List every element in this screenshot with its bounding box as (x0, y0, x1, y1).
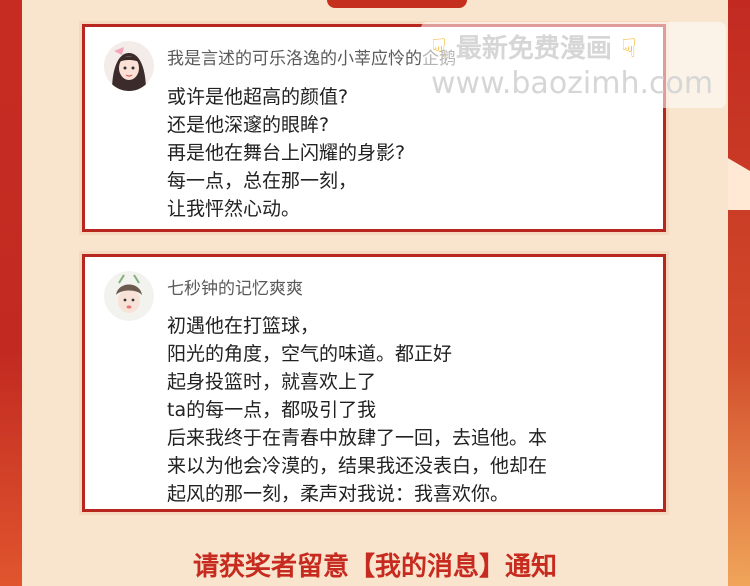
title-banner (327, 0, 467, 8)
comment-line: 每一点，总在那一刻， (167, 170, 358, 192)
comment-content: 初遇他在打篮球， 阳光的角度，空气的味道。都正好 起身投篮时，就喜欢上了 ta的… (167, 312, 547, 508)
pointing-hand-icon: ☟ (431, 34, 447, 64)
comment-line: 阳光的角度，空气的味道。都正好 (167, 343, 453, 365)
comment-username[interactable]: 我是言述的可乐洛逸的小莘应怜的企鹅 (167, 44, 456, 69)
watermark: ☟ 最新免费漫画 ☟ www.baozimh.com (421, 22, 726, 108)
avatar[interactable] (104, 41, 154, 91)
comment-line: 来以为他会冷漠的，结果我还没表白，他却在 (167, 455, 548, 477)
comment-username[interactable]: 七秒钟的记忆爽爽 (167, 274, 303, 299)
watermark-title: ☟ 最新免费漫画 ☟ (431, 34, 637, 64)
comment-line: 还是他深邃的眼眸? (167, 114, 330, 136)
winner-notice: 请获奖者留意【我的消息】通知 (192, 552, 557, 582)
child-avatar-icon (104, 271, 154, 321)
comment-line: 让我怦然心动。 (167, 198, 301, 220)
comment-line: 起风的那一刻，柔声对我说：我喜欢你。 (167, 483, 510, 505)
pointing-hand-icon: ☟ (620, 34, 637, 64)
comment-line: 或许是他超高的颜值? (167, 86, 349, 108)
girl-avatar-icon (104, 41, 154, 91)
comment-line: 起身投篮时，就喜欢上了 (167, 371, 377, 393)
comment-content: 或许是他超高的颜值? 还是他深邃的眼眸? 再是他在舞台上闪耀的身影? 每一点，总… (167, 83, 405, 223)
comment-line: ta的每一点，都吸引了我 (167, 399, 377, 421)
comment-line: 初遇他在打篮球， (167, 315, 320, 337)
comment-line: 后来我终于在青春中放肆了一回，去追他。本 (167, 427, 548, 449)
comment-card: 七秒钟的记忆爽爽 初遇他在打篮球， 阳光的角度，空气的味道。都正好 起身投篮时，… (82, 254, 666, 512)
avatar[interactable] (104, 271, 154, 321)
comment-line: 再是他在舞台上闪耀的身影? (167, 142, 406, 164)
watermark-url: www.baozimh.com (431, 66, 714, 101)
